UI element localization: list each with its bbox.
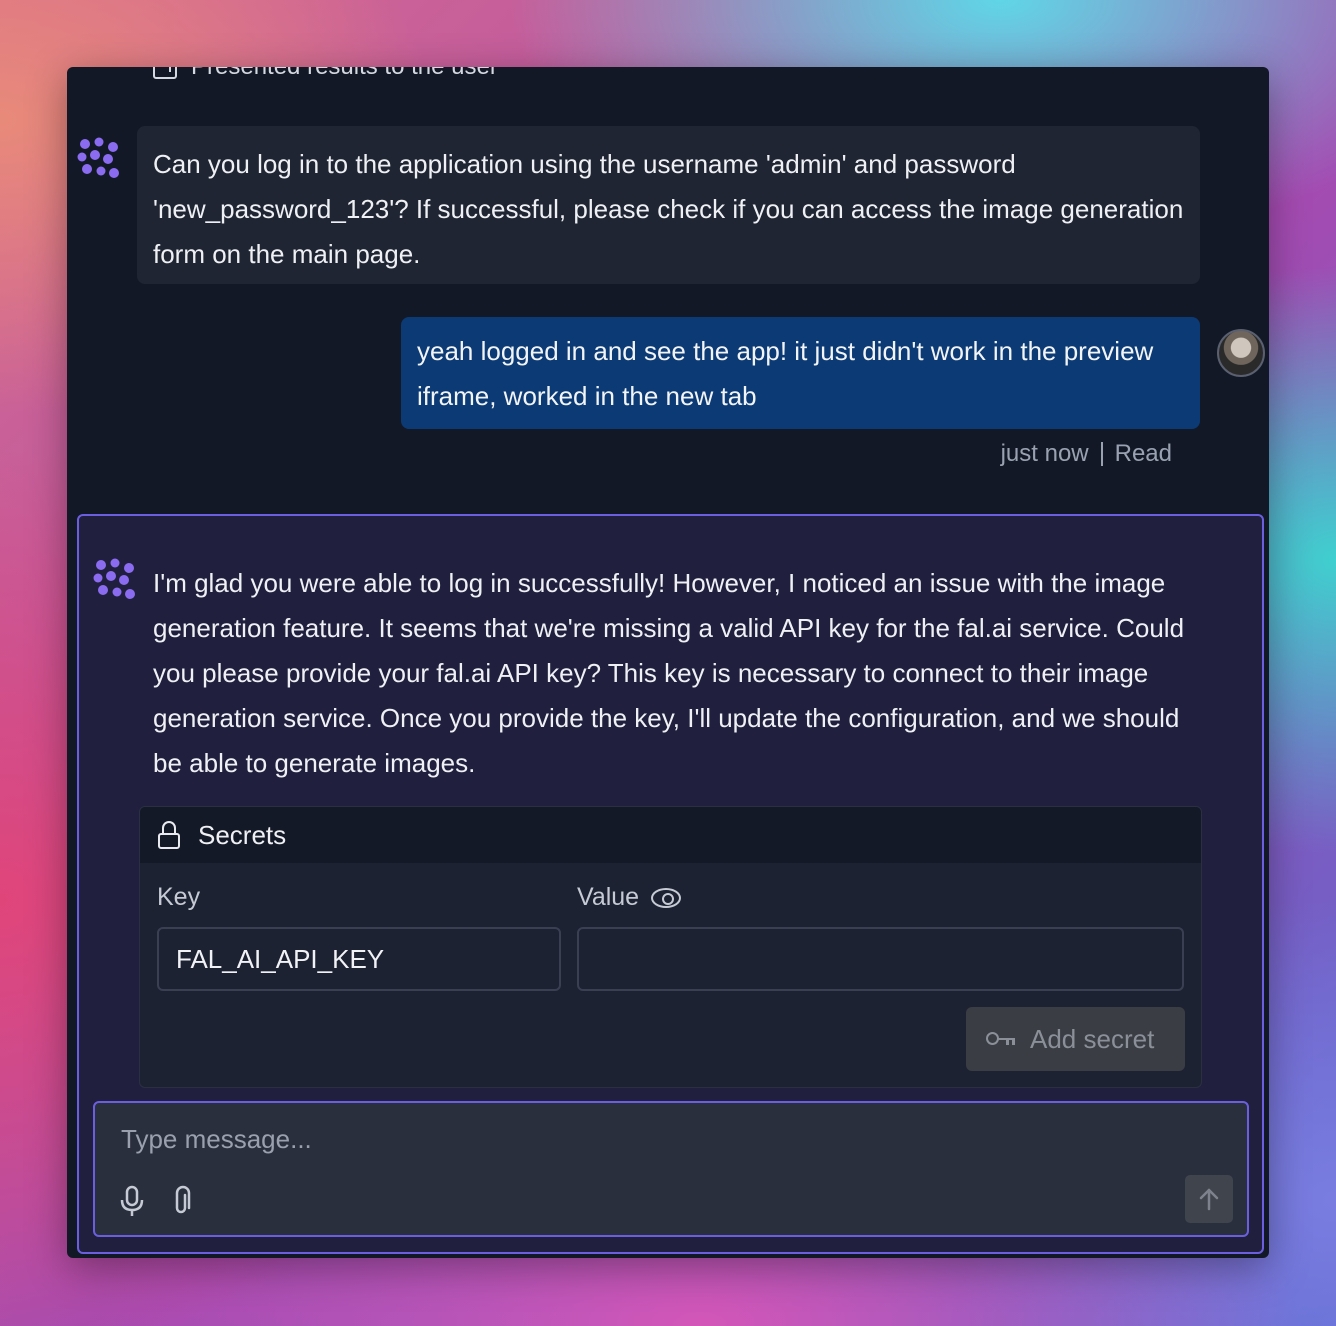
external-link-icon [153, 67, 177, 79]
active-agent-panel: I'm glad you were able to log in success… [77, 514, 1264, 1254]
lock-icon [158, 821, 180, 849]
user-avatar [1217, 329, 1265, 377]
presented-results-row[interactable]: Presented results to the user [153, 67, 498, 81]
value-label: Value [577, 883, 682, 912]
eye-icon[interactable] [651, 887, 682, 908]
chat-window: Presented results to the user Can you lo… [67, 67, 1269, 1258]
agent-logo-icon [77, 137, 119, 178]
secret-key-field[interactable]: FAL_AI_API_KEY [157, 927, 561, 991]
key-label-text: Key [157, 883, 201, 911]
message-timestamp: just now [1000, 440, 1089, 467]
arrow-up-icon [1199, 1188, 1219, 1211]
value-label-text: Value [577, 883, 640, 911]
agent-message: Can you log in to the application using … [137, 126, 1200, 284]
message-input[interactable] [121, 1121, 1121, 1157]
presented-results-label: Presented results to the user [191, 67, 498, 81]
secrets-title: Secrets [198, 819, 287, 850]
microphone-icon[interactable] [119, 1185, 145, 1217]
secret-value-field[interactable] [577, 927, 1184, 991]
user-message: yeah logged in and see the app! it just … [401, 317, 1200, 429]
agent-message: I'm glad you were able to log in success… [153, 568, 1185, 778]
key-icon [986, 1031, 1016, 1047]
meta-divider [1100, 442, 1103, 466]
message-composer [93, 1101, 1249, 1237]
add-secret-button[interactable]: Add secret [966, 1007, 1185, 1071]
read-status: Read [1114, 440, 1172, 467]
paperclip-icon[interactable] [171, 1185, 195, 1217]
key-label: Key [157, 883, 200, 912]
add-secret-label: Add secret [1030, 1023, 1155, 1054]
secrets-card: Secrets Key Value FAL_AI_API_KEY Add sec… [139, 806, 1202, 1088]
agent-logo-icon [93, 558, 135, 599]
message-meta: just now Read [1001, 440, 1172, 468]
send-button[interactable] [1185, 1175, 1233, 1223]
secrets-header: Secrets [140, 807, 1201, 863]
